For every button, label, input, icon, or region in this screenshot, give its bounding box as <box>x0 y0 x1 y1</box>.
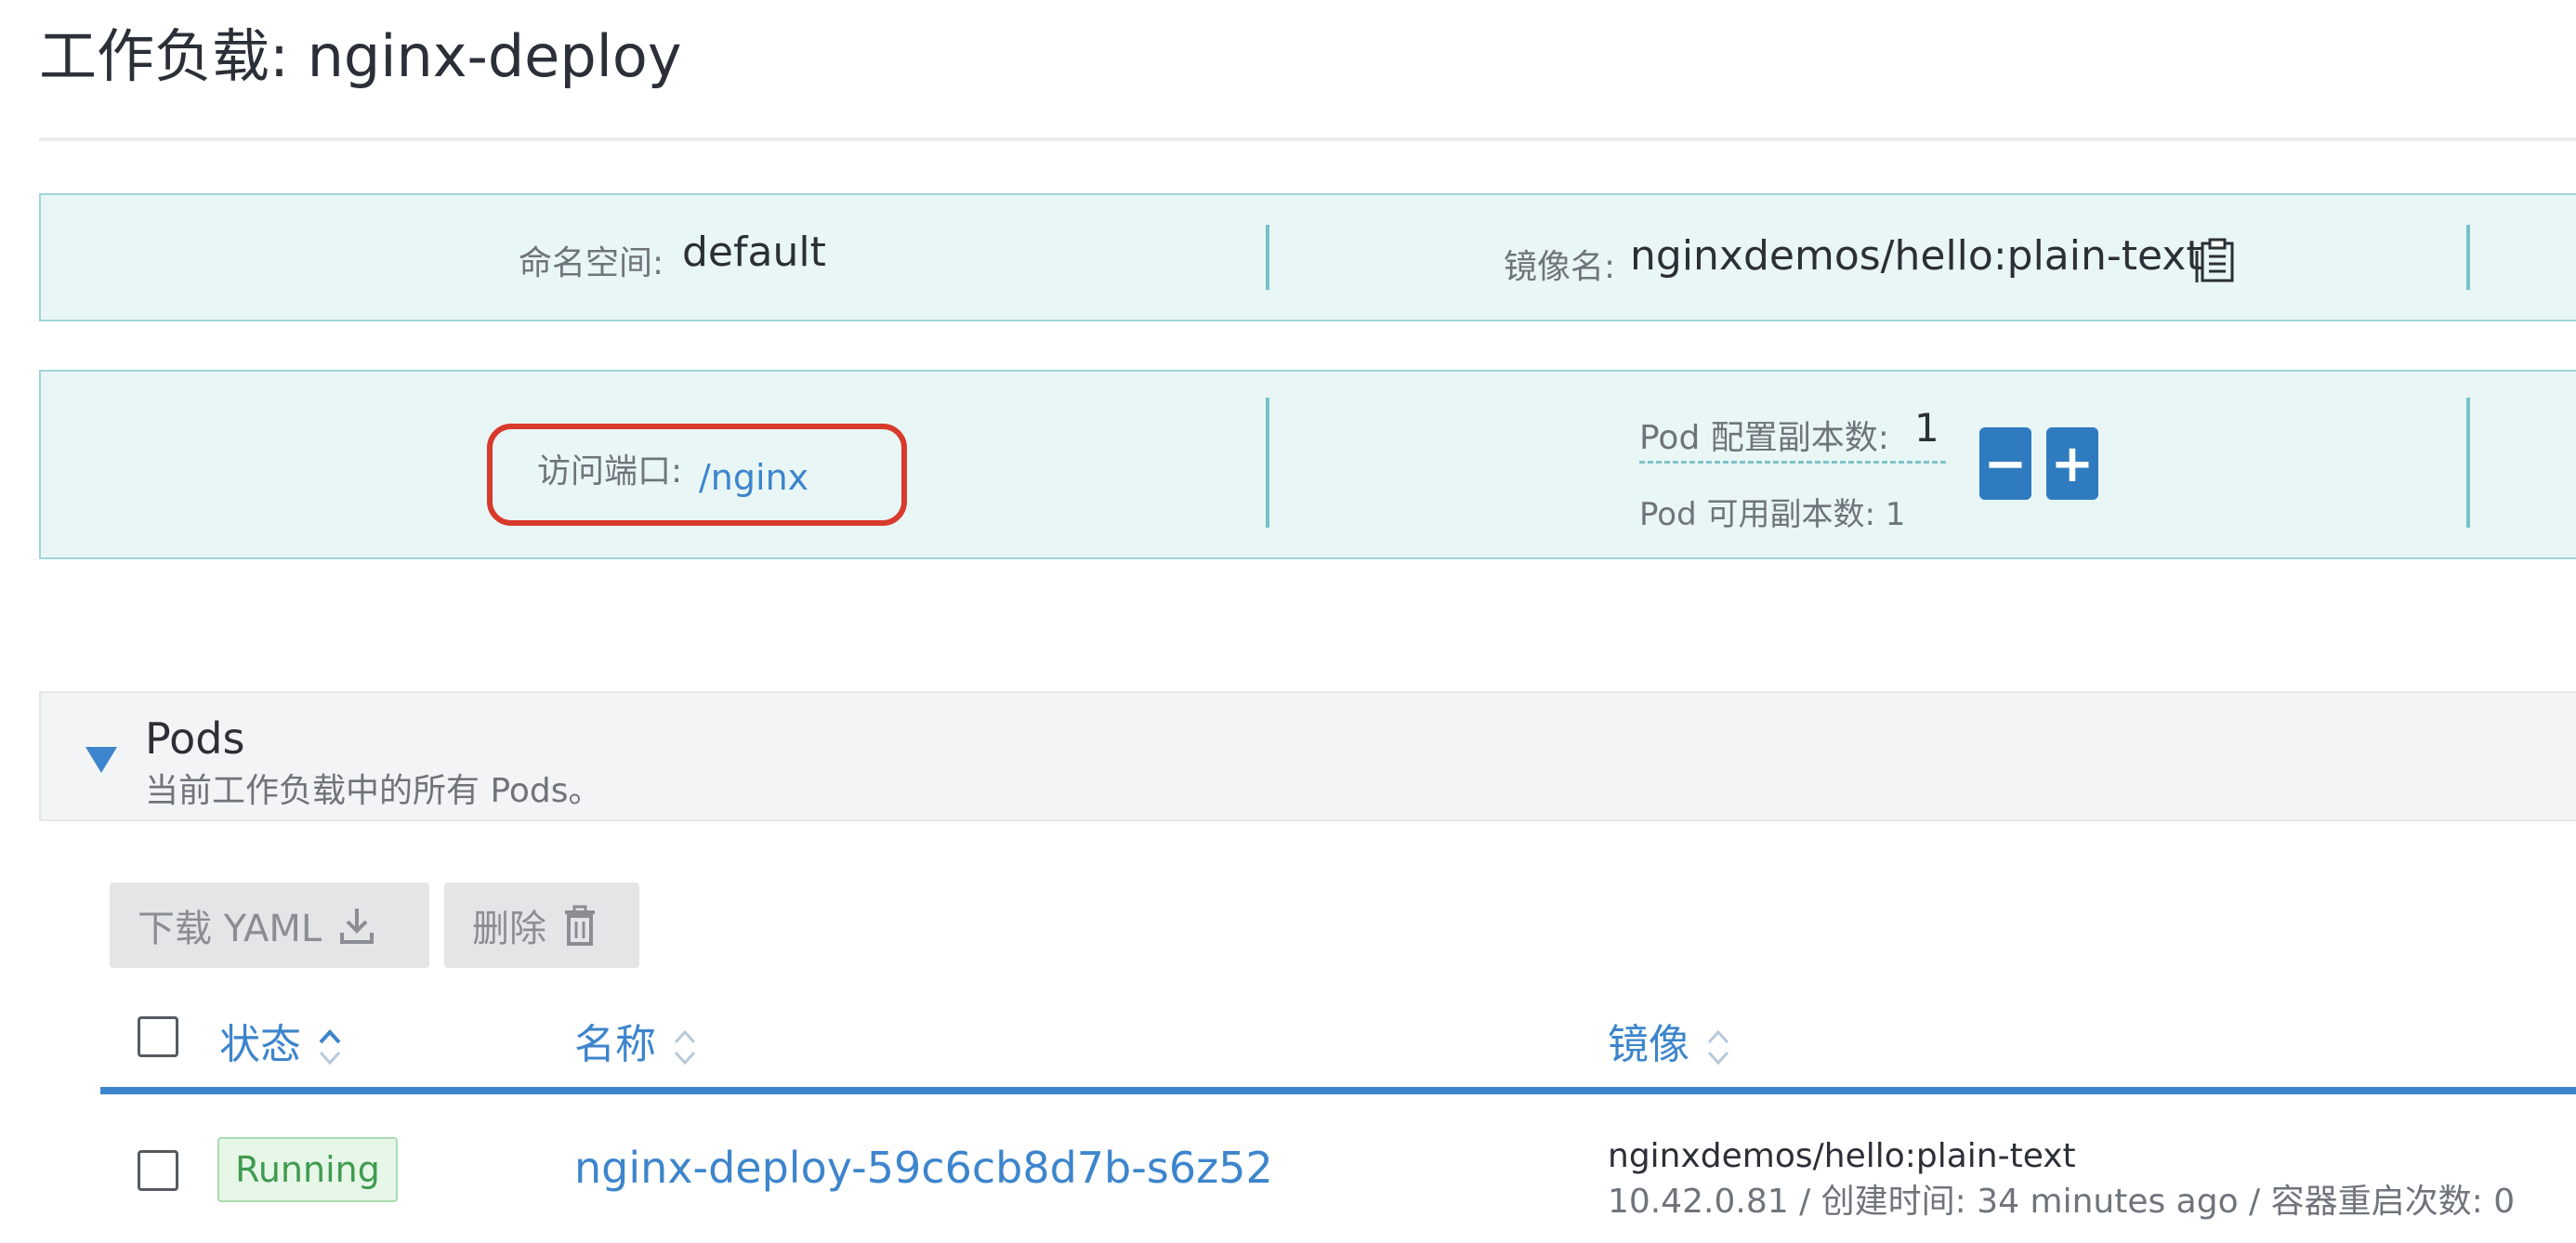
sort-icon <box>1707 1029 1729 1066</box>
namespace-value: default <box>682 229 826 276</box>
select-all-checkbox[interactable] <box>138 1016 178 1057</box>
sort-icon <box>674 1029 696 1066</box>
pods-title: Pods <box>145 713 245 764</box>
image-value: nginxdemos/hello:plain-text <box>1630 232 2202 280</box>
replicas-config-label: Pod 配置副本数: <box>1639 419 1889 457</box>
column-state-label: 状态 <box>219 1021 301 1068</box>
status-badge: Running <box>217 1137 398 1202</box>
download-yaml-label: 下载 YAML <box>138 908 322 950</box>
column-header-state[interactable]: 状态 <box>219 1011 342 1070</box>
pods-subtitle: 当前工作负载中的所有 Pods。 <box>145 772 602 810</box>
table-header-divider <box>100 1087 2576 1094</box>
column-name-label: 名称 <box>574 1021 656 1068</box>
dashed-separator <box>1639 461 1946 464</box>
column-image-label: 镜像 <box>1608 1021 1689 1068</box>
info-divider <box>1266 225 1269 290</box>
column-header-image[interactable]: 镜像 <box>1608 1011 1730 1070</box>
column-header-name[interactable]: 名称 <box>574 1011 697 1070</box>
info-divider <box>2466 225 2470 290</box>
row-checkbox[interactable] <box>138 1150 178 1191</box>
page-title: 工作负载: nginx-deploy <box>39 22 682 90</box>
clipboard-icon[interactable] <box>2195 238 2238 288</box>
delete-button[interactable]: 删除 <box>444 883 639 968</box>
delete-label: 删除 <box>472 908 546 950</box>
decrease-replicas-button[interactable]: − <box>1979 427 2031 500</box>
image-label: 镜像名: <box>1504 248 1616 286</box>
replicas-config-value: 1 <box>1914 405 1939 451</box>
namespace-label: 命名空间: <box>519 244 664 282</box>
increase-replicas-button[interactable]: + <box>2046 427 2098 500</box>
info-divider <box>1266 398 1269 528</box>
collapse-triangle-icon[interactable] <box>85 747 117 773</box>
pod-image: nginxdemos/hello:plain-text <box>1608 1137 2076 1175</box>
sort-icon <box>319 1029 341 1066</box>
header-divider <box>39 137 2576 141</box>
info-divider <box>2466 398 2470 528</box>
pod-meta: 10.42.0.81 / 创建时间: 34 minutes ago / 容器重启… <box>1608 1183 2516 1221</box>
pod-name-link[interactable]: nginx-deploy-59c6cb8d7b-s6z52 <box>574 1143 1273 1193</box>
replicas-available: Pod 可用副本数: 1 <box>1639 496 1906 533</box>
highlight-annotation <box>487 424 907 526</box>
download-icon <box>340 909 375 944</box>
trash-icon <box>565 905 595 946</box>
info-panel-access <box>39 370 2576 559</box>
download-yaml-button[interactable]: 下载 YAML <box>110 883 429 968</box>
